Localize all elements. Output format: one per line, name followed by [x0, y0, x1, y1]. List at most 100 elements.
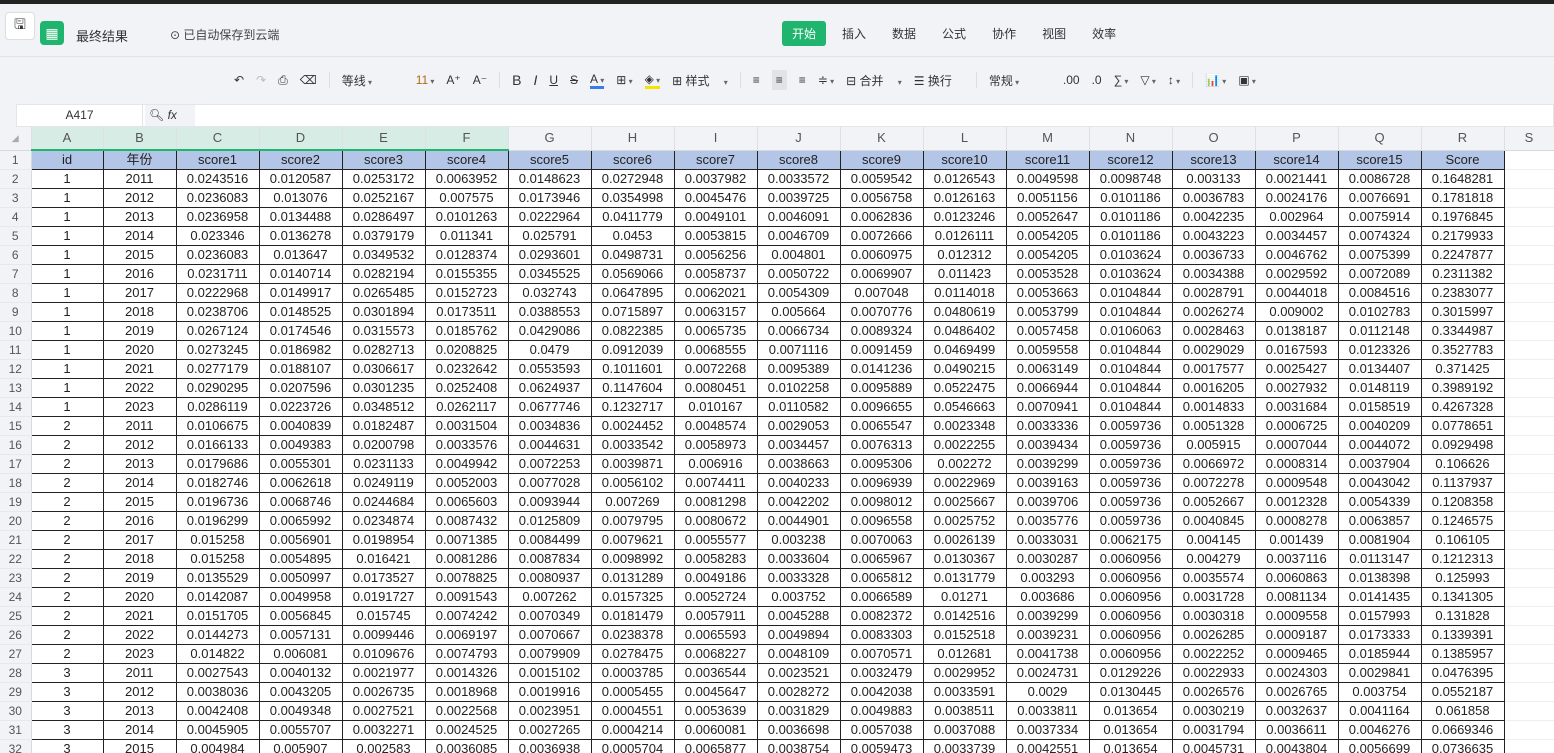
data-cell[interactable]: 0.1232717 — [590, 397, 675, 417]
data-cell[interactable]: 0.0038036 — [175, 682, 260, 702]
data-cell[interactable]: 0.0080451 — [673, 378, 758, 398]
data-cell[interactable]: 0.0022255 — [922, 435, 1007, 455]
data-cell[interactable]: 0.0736635 — [1420, 739, 1505, 753]
data-cell[interactable]: 2023 — [102, 644, 177, 664]
data-cell[interactable]: 0.0016205 — [1171, 378, 1256, 398]
data-cell[interactable]: 0.0059736 — [1088, 454, 1173, 474]
row-header[interactable]: 12 — [0, 359, 32, 379]
data-cell[interactable]: 0.0004214 — [590, 720, 675, 740]
empty-cell[interactable] — [1504, 207, 1554, 227]
row-header[interactable]: 6 — [0, 245, 32, 265]
data-cell[interactable]: 0.0126163 — [922, 188, 1007, 208]
data-cell[interactable]: 0.0076691 — [1337, 188, 1422, 208]
data-cell[interactable]: 2023 — [102, 397, 177, 417]
column-title-cell[interactable]: score15 — [1337, 149, 1422, 170]
data-cell[interactable]: 0.0023348 — [922, 416, 1007, 436]
data-cell[interactable]: 0.0142087 — [175, 587, 260, 607]
data-cell[interactable]: 0.0049958 — [258, 587, 343, 607]
row-header[interactable]: 21 — [0, 530, 32, 550]
data-cell[interactable]: 0.0131779 — [922, 568, 1007, 588]
tab-formula[interactable]: 公式 — [932, 21, 976, 46]
data-cell[interactable]: 0.0024176 — [1254, 188, 1339, 208]
row-header[interactable]: 26 — [0, 625, 32, 645]
data-cell[interactable]: 0.0091543 — [424, 587, 509, 607]
data-cell[interactable]: 0.0072089 — [1337, 264, 1422, 284]
data-cell[interactable]: 0.0050997 — [258, 568, 343, 588]
data-cell[interactable]: 0.2383077 — [1420, 283, 1505, 303]
data-cell[interactable]: 0.0104844 — [1088, 359, 1173, 379]
data-cell[interactable]: 0.0072278 — [1171, 473, 1256, 493]
data-cell[interactable]: 0.0065812 — [839, 568, 924, 588]
data-cell[interactable]: 0.0315573 — [341, 321, 426, 341]
data-cell[interactable]: 0.0014326 — [424, 663, 509, 683]
data-cell[interactable]: 0.0822385 — [590, 321, 675, 341]
data-cell[interactable]: 0.0026765 — [1254, 682, 1339, 702]
data-cell[interactable]: 0.0039299 — [1005, 454, 1090, 474]
italic-icon[interactable]: I — [533, 72, 537, 88]
data-cell[interactable]: 0.0005455 — [590, 682, 675, 702]
data-cell[interactable]: 0.0054205 — [1005, 226, 1090, 246]
data-cell[interactable]: 0.0098748 — [1088, 169, 1173, 189]
increase-decimal-icon[interactable]: .00 — [1063, 73, 1080, 87]
data-cell[interactable]: 0.0074324 — [1337, 226, 1422, 246]
data-cell[interactable]: 0.0148525 — [258, 302, 343, 322]
empty-cell[interactable] — [1504, 568, 1554, 588]
data-cell[interactable]: 0.1246575 — [1420, 511, 1505, 531]
data-cell[interactable]: 0.061858 — [1420, 701, 1505, 721]
data-cell[interactable]: 0.0081298 — [673, 492, 758, 512]
column-header-L[interactable]: L — [923, 127, 1007, 151]
column-title-cell[interactable]: score1 — [175, 149, 260, 170]
data-cell[interactable]: 0.0043223 — [1171, 226, 1256, 246]
data-cell[interactable]: 0.0070063 — [839, 530, 924, 550]
data-cell[interactable]: 0.0045905 — [175, 720, 260, 740]
column-title-cell[interactable]: 年份 — [102, 149, 177, 170]
empty-cell[interactable] — [1504, 169, 1554, 189]
data-cell[interactable]: 0.0080672 — [673, 511, 758, 531]
data-cell[interactable]: 0.0101186 — [1088, 207, 1173, 227]
data-cell[interactable]: 0.0039163 — [1005, 473, 1090, 493]
column-title-cell[interactable]: score5 — [507, 149, 592, 170]
data-cell[interactable]: 0.1781818 — [1420, 188, 1505, 208]
data-cell[interactable]: 0.1137937 — [1420, 473, 1505, 493]
empty-cell[interactable] — [1504, 226, 1554, 246]
data-cell[interactable]: 0.0173946 — [507, 188, 592, 208]
data-cell[interactable]: 0.0110582 — [756, 397, 841, 417]
data-cell[interactable]: 0.013654 — [1088, 739, 1173, 753]
data-cell[interactable]: 0.0026576 — [1171, 682, 1256, 702]
data-cell[interactable]: 0.0072666 — [839, 226, 924, 246]
column-title-cell[interactable]: score6 — [590, 149, 675, 170]
data-cell[interactable]: 0.0040132 — [258, 663, 343, 683]
data-cell[interactable]: 2 — [30, 549, 104, 569]
data-cell[interactable]: 0.0252167 — [341, 188, 426, 208]
data-cell[interactable]: 0.0055577 — [673, 530, 758, 550]
data-cell[interactable]: 0.0273245 — [175, 340, 260, 360]
data-cell[interactable]: 2020 — [102, 340, 177, 360]
data-cell[interactable]: 0.001439 — [1254, 530, 1339, 550]
data-cell[interactable]: 0.0131289 — [590, 568, 675, 588]
data-cell[interactable]: 0.0306617 — [341, 359, 426, 379]
align-right-icon[interactable]: ≡ — [799, 73, 806, 87]
data-cell[interactable]: 0.0079795 — [590, 511, 675, 531]
row-header[interactable]: 4 — [0, 207, 32, 227]
data-cell[interactable]: 0.0042038 — [839, 682, 924, 702]
data-cell[interactable]: 0.003686 — [1005, 587, 1090, 607]
data-cell[interactable]: 0.0049598 — [1005, 169, 1090, 189]
bold-icon[interactable]: B — [512, 72, 521, 88]
data-cell[interactable]: 0.0349532 — [341, 245, 426, 265]
data-cell[interactable]: 0.131828 — [1420, 606, 1505, 626]
chart-icon[interactable]: 📊 — [1205, 73, 1226, 87]
data-cell[interactable]: 0.0039871 — [590, 454, 675, 474]
empty-cell[interactable] — [1504, 606, 1554, 626]
data-cell[interactable]: 0.0025667 — [922, 492, 1007, 512]
data-cell[interactable]: 0.1339391 — [1420, 625, 1505, 645]
data-cell[interactable]: 0.0026735 — [341, 682, 426, 702]
data-cell[interactable]: 0.0057458 — [1005, 321, 1090, 341]
empty-cell[interactable] — [1504, 644, 1554, 664]
data-cell[interactable]: 0.0060081 — [673, 720, 758, 740]
data-cell[interactable]: 0.0040839 — [258, 416, 343, 436]
cell-style-button[interactable]: ⊞ 样式 — [672, 72, 728, 89]
row-header[interactable]: 8 — [0, 283, 32, 303]
font-family-select[interactable]: 等线 — [342, 72, 404, 89]
data-cell[interactable]: 0.0084516 — [1337, 283, 1422, 303]
data-cell[interactable]: 0.0030318 — [1171, 606, 1256, 626]
